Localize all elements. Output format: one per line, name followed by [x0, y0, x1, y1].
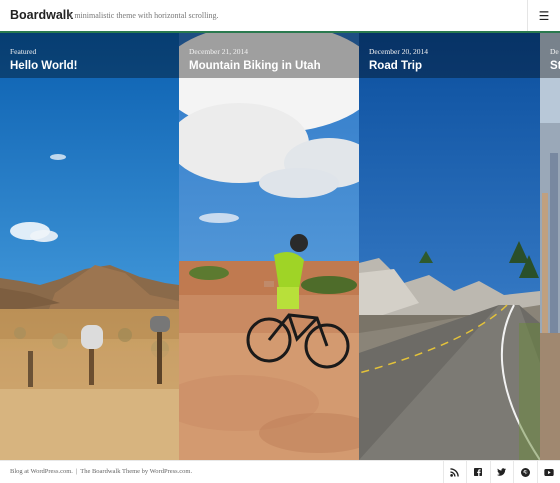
site-footer: Blog at WordPress.com. | The Boardwalk The…	[0, 460, 560, 483]
site-header: Boardwalk A minimalistic theme with hori…	[0, 0, 560, 33]
menu-toggle-button[interactable]: ☰	[527, 0, 560, 31]
pinterest-icon[interactable]	[513, 461, 537, 483]
social-links	[442, 461, 560, 483]
post-card-mountain-biking[interactable]: December 21, 2014 Mountain Biking in Uta…	[179, 33, 359, 460]
post-title[interactable]: St	[550, 60, 560, 72]
post-title[interactable]: Mountain Biking in Utah	[189, 60, 321, 72]
post-title[interactable]: Road Trip	[369, 60, 422, 72]
post-meta: Featured	[10, 47, 37, 56]
post-image-city	[540, 33, 560, 460]
posts-strip[interactable]: Featured Hello World! December 21, 2014 …	[0, 33, 560, 460]
post-title[interactable]: Hello World!	[10, 60, 78, 72]
theme-credit-link[interactable]: The Boardwalk Theme by WordPress.com.	[80, 468, 192, 475]
post-card-hello-world[interactable]: Featured Hello World!	[0, 33, 179, 460]
post-meta: De	[550, 47, 559, 56]
youtube-icon[interactable]	[536, 461, 560, 483]
footer-separator: |	[75, 468, 78, 475]
post-card-partial[interactable]: De St	[540, 33, 560, 460]
site-tagline: A minimalistic theme with horizontal scr…	[67, 11, 219, 20]
post-image-road	[359, 33, 540, 460]
hamburger-menu-icon: ☰	[538, 8, 550, 23]
post-image-desert	[0, 33, 179, 460]
site-title[interactable]: Boardwalk	[10, 8, 73, 22]
post-meta: December 20, 2014	[369, 47, 428, 56]
rss-icon[interactable]	[442, 461, 467, 483]
footer-credits: Blog at WordPress.com. | The Boardwalk The…	[10, 468, 192, 475]
post-image-mountain-biking	[179, 33, 359, 460]
post-meta: December 21, 2014	[189, 47, 248, 56]
twitter-icon[interactable]	[489, 461, 514, 483]
facebook-icon[interactable]	[466, 461, 490, 483]
wordpress-link[interactable]: Blog at WordPress.com.	[10, 468, 73, 475]
post-card-road-trip[interactable]: December 20, 2014 Road Trip	[359, 33, 540, 460]
